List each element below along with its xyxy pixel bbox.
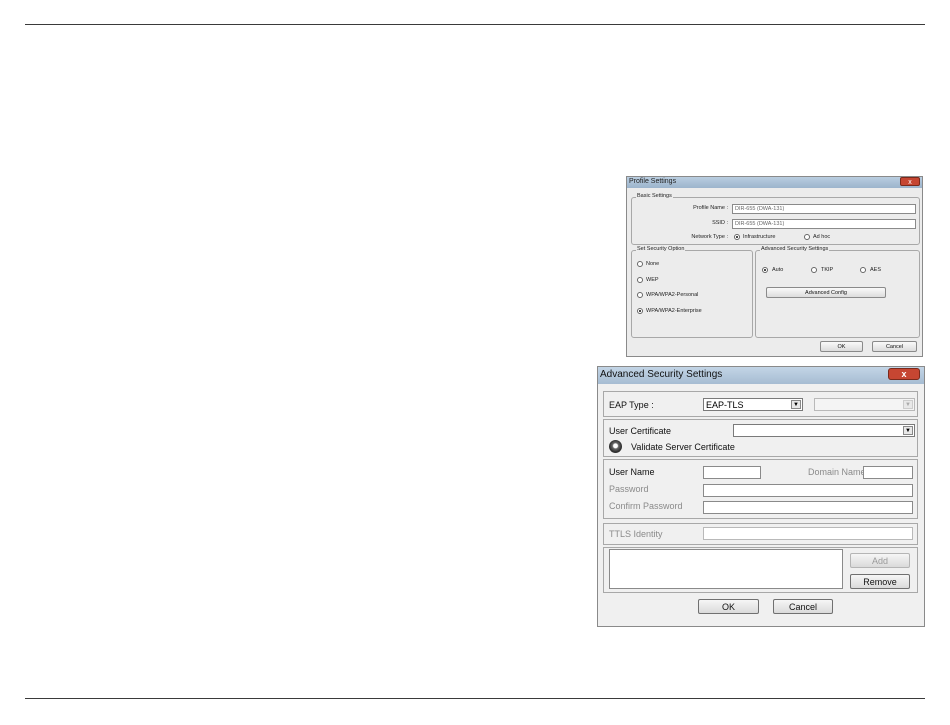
basic-settings-legend: Basic Settings bbox=[636, 193, 673, 199]
advanced-dialog-titlebar: Advanced Security Settings x bbox=[598, 367, 924, 384]
confirm-password-label: Confirm Password bbox=[609, 501, 683, 511]
eap-type-label: EAP Type : bbox=[609, 400, 654, 410]
domain-name-label: Domain Name bbox=[808, 467, 866, 477]
profile-settings-dialog: Profile Settings x Basic Settings Profil… bbox=[626, 176, 923, 357]
profile-ok-button[interactable]: OK bbox=[820, 341, 863, 352]
security-option-group: Set Security Option None WEP WPA/WPA2-Pe… bbox=[631, 246, 753, 338]
profile-cancel-button[interactable]: Cancel bbox=[872, 341, 917, 352]
chevron-down-icon: ▼ bbox=[903, 400, 913, 409]
confirm-password-input[interactable] bbox=[703, 501, 913, 514]
security-personal-radio[interactable] bbox=[637, 292, 643, 298]
advanced-dialog-title: Advanced Security Settings bbox=[600, 369, 723, 380]
advanced-ok-button[interactable]: OK bbox=[698, 599, 759, 614]
security-enterprise-radio[interactable] bbox=[637, 308, 643, 314]
security-wep-radio[interactable] bbox=[637, 277, 643, 283]
adhoc-radio[interactable] bbox=[804, 234, 810, 240]
security-option-legend: Set Security Option bbox=[636, 246, 686, 252]
advanced-security-legend: Advanced Security Settings bbox=[760, 246, 830, 252]
security-enterprise-label: WPA/WPA2-Enterprise bbox=[646, 308, 702, 314]
cipher-tkip-label: TKIP bbox=[821, 267, 834, 273]
credentials-group: User Name Domain Name Password Confirm P… bbox=[603, 459, 918, 519]
advanced-security-group: Advanced Security Settings Auto TKIP AES… bbox=[755, 246, 920, 338]
profile-name-field[interactable]: DIR-655 (DWA-131) bbox=[732, 204, 916, 214]
cipher-auto-label: Auto bbox=[772, 267, 784, 273]
user-name-label: User Name bbox=[609, 467, 655, 477]
ttls-identity-input[interactable] bbox=[703, 527, 913, 540]
ssid-field[interactable]: DIR-655 (DWA-131) bbox=[732, 219, 916, 229]
ttls-identity-label: TTLS Identity bbox=[609, 529, 663, 539]
advanced-cancel-button[interactable]: Cancel bbox=[773, 599, 833, 614]
ttls-identity-group: TTLS Identity bbox=[603, 523, 918, 545]
password-label: Password bbox=[609, 484, 649, 494]
cipher-auto-radio[interactable] bbox=[762, 267, 768, 273]
profile-name-label: Profile Name : bbox=[693, 205, 728, 211]
security-wep-label: WEP bbox=[646, 277, 659, 283]
validate-server-toggle-icon[interactable] bbox=[609, 440, 622, 453]
remove-button[interactable]: Remove bbox=[850, 574, 910, 589]
password-input[interactable] bbox=[703, 484, 913, 497]
eap-type-value: EAP-TLS bbox=[706, 400, 744, 410]
cipher-aes-label: AES bbox=[870, 267, 882, 273]
chevron-down-icon: ▼ bbox=[903, 426, 913, 435]
close-icon[interactable]: x bbox=[888, 368, 920, 380]
basic-settings-group: Basic Settings Profile Name : DIR-655 (D… bbox=[631, 193, 920, 245]
security-none-label: None bbox=[646, 261, 660, 267]
user-certificate-select[interactable]: ▼ bbox=[733, 424, 915, 437]
user-certificate-label: User Certificate bbox=[609, 426, 672, 436]
add-button[interactable]: Add bbox=[850, 553, 910, 568]
validate-server-label: Validate Server Certificate bbox=[631, 442, 735, 452]
eap-type-select[interactable]: EAP-TLS ▼ bbox=[703, 398, 803, 411]
advanced-config-button[interactable]: Advanced Config bbox=[766, 287, 886, 298]
chevron-down-icon: ▼ bbox=[791, 400, 801, 409]
cipher-aes-radio[interactable] bbox=[860, 267, 866, 273]
cipher-tkip-radio[interactable] bbox=[811, 267, 817, 273]
profile-settings-title: Profile Settings bbox=[629, 178, 677, 185]
security-none-radio[interactable] bbox=[637, 261, 643, 267]
adhoc-label: Ad hoc bbox=[813, 234, 831, 240]
eap-inner-select[interactable]: ▼ bbox=[814, 398, 915, 411]
bottom-rule bbox=[25, 698, 925, 699]
eap-type-group: EAP Type : EAP-TLS ▼ ▼ bbox=[603, 391, 918, 417]
user-name-input[interactable] bbox=[703, 466, 761, 479]
security-personal-label: WPA/WPA2-Personal bbox=[646, 292, 699, 298]
infrastructure-radio[interactable] bbox=[734, 234, 740, 240]
ssid-label: SSID : bbox=[712, 220, 728, 226]
infrastructure-label: Infrastructure bbox=[743, 234, 776, 240]
network-type-label: Network Type : bbox=[691, 234, 728, 240]
domain-name-input[interactable] bbox=[863, 466, 913, 479]
profile-settings-titlebar: Profile Settings x bbox=[627, 177, 922, 188]
top-rule bbox=[25, 24, 925, 25]
close-icon[interactable]: x bbox=[900, 177, 920, 186]
certificate-listbox[interactable] bbox=[609, 549, 843, 589]
